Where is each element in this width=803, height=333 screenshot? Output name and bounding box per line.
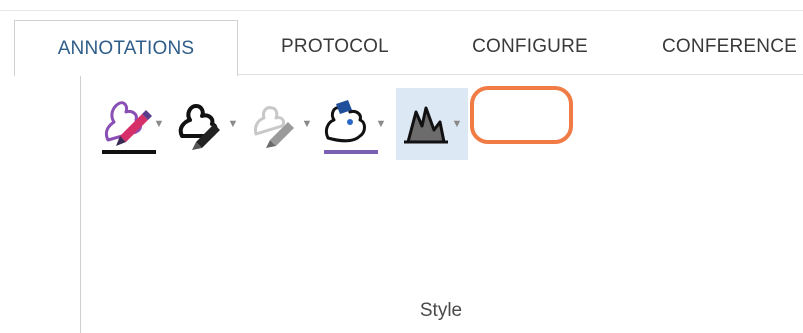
tab-conference[interactable]: CONFERENCE bbox=[650, 20, 803, 74]
pen-color-icon[interactable] bbox=[98, 96, 156, 152]
ribbon-tab-bar: ANNOTATIONS PROTOCOL CONFIGURE CONFERENC… bbox=[0, 20, 803, 76]
pen-fade-dropdown-arrow[interactable]: ▼ bbox=[300, 96, 314, 152]
pen-fade-icon[interactable] bbox=[246, 96, 304, 152]
tab-configure[interactable]: CONFIGURE bbox=[445, 20, 615, 74]
area-style-tool[interactable]: ▼ bbox=[396, 88, 468, 160]
fill-color-underline bbox=[324, 150, 378, 154]
freeform-shape-dropdown-arrow[interactable]: ▼ bbox=[226, 96, 240, 152]
tab-protocol[interactable]: PROTOCOL bbox=[255, 20, 415, 74]
freeform-shape-icon[interactable] bbox=[172, 96, 230, 152]
fill-color-icon[interactable] bbox=[320, 96, 378, 152]
pen-color-tool[interactable]: ▼ bbox=[98, 88, 166, 160]
style-tools-group: ▼ ▼ ▼ ▼ ▼ bbox=[98, 88, 474, 160]
area-style-dropdown-arrow[interactable]: ▼ bbox=[450, 96, 464, 152]
fill-color-dropdown-arrow[interactable]: ▼ bbox=[374, 96, 388, 152]
pen-color-dropdown-arrow[interactable]: ▼ bbox=[152, 96, 166, 152]
style-group-label: Style bbox=[419, 300, 463, 321]
fill-color-tool[interactable]: ▼ bbox=[320, 88, 388, 160]
tab-annotations[interactable]: ANNOTATIONS bbox=[14, 20, 238, 76]
area-style-icon[interactable] bbox=[396, 96, 454, 152]
pen-fade-tool[interactable]: ▼ bbox=[246, 88, 314, 160]
pen-color-underline bbox=[102, 150, 156, 154]
window-top-border bbox=[0, 10, 803, 11]
freeform-shape-tool[interactable]: ▼ bbox=[172, 88, 240, 160]
